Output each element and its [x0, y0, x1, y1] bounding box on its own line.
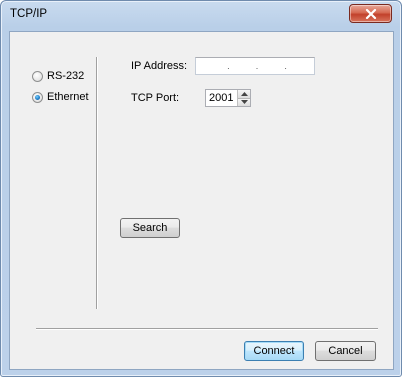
window-title: TCP/IP	[10, 8, 48, 20]
radio-rs232[interactable]: RS-232	[32, 70, 84, 82]
radio-ethernet[interactable]: Ethernet	[32, 91, 89, 103]
spin-up-button[interactable]	[238, 90, 250, 99]
radio-ethernet-label[interactable]: Ethernet	[47, 91, 89, 103]
cancel-button[interactable]: Cancel	[315, 341, 376, 361]
dialog-window: TCP/IP RS-232 Ethernet IP Address: . . .…	[0, 0, 402, 377]
search-button[interactable]: Search	[120, 218, 180, 238]
port-spinner	[237, 90, 250, 106]
close-button[interactable]	[349, 4, 392, 23]
ip-address-input[interactable]: . . .	[195, 57, 315, 75]
chevron-up-icon	[240, 91, 248, 96]
radio-ethernet-circle[interactable]	[32, 91, 43, 103]
close-icon	[365, 8, 376, 19]
ip-dot: .	[255, 60, 259, 71]
radio-rs232-label[interactable]: RS-232	[47, 70, 84, 82]
horizontal-divider	[36, 328, 378, 330]
tcp-port-label: TCP Port:	[131, 92, 180, 104]
connect-button[interactable]: Connect	[244, 341, 304, 361]
ip-address-label: IP Address:	[131, 60, 188, 72]
ip-dot: .	[284, 60, 287, 71]
tcp-port-stepper[interactable]: 2001	[205, 89, 251, 107]
radio-rs232-circle[interactable]	[32, 70, 43, 82]
vertical-divider	[96, 57, 98, 309]
ip-dot: .	[227, 60, 230, 71]
dialog-content: RS-232 Ethernet IP Address: . . . TCP Po…	[9, 31, 394, 370]
tcp-port-value[interactable]: 2001	[206, 92, 237, 104]
spin-down-button[interactable]	[238, 98, 250, 106]
chevron-down-icon	[240, 100, 248, 105]
